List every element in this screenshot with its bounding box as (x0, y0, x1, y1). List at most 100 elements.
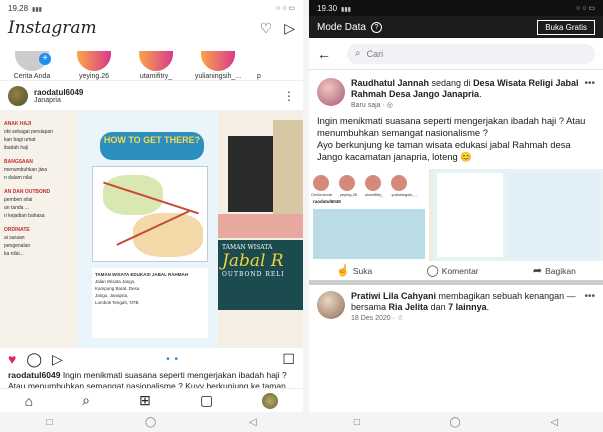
like-icon[interactable]: ♥ (8, 351, 16, 367)
signal-icon: ▮▮▮ (341, 6, 351, 13)
recent-apps-icon[interactable]: □ (46, 417, 52, 428)
system-nav: □ ◯ ◁ (0, 412, 303, 432)
brochure-panel-photo: TAMAN WISATA Jabal R OUTBOND RELI (218, 110, 303, 348)
add-story-icon[interactable]: + (39, 53, 51, 65)
tagged-user[interactable]: Ria Jelita (389, 302, 429, 312)
avatar (365, 175, 381, 191)
avatar[interactable] (317, 78, 345, 106)
brochure-line: an tanda ... (4, 205, 30, 211)
shared-screenshot: Cerita Anda yeying.26 utamifitry_ yulian… (309, 169, 429, 261)
send-icon[interactable]: ▷ (284, 20, 295, 37)
post-header: Raudhatul Jannah sedang di Desa Wisata R… (317, 78, 595, 109)
back-icon[interactable]: ◁ (249, 417, 257, 428)
banner-top-text: TAMAN WISATA (222, 244, 273, 251)
heart-icon[interactable]: ♡ (260, 20, 273, 37)
shot-story-names: Cerita Anda yeying.26 utamifitry_ yulian… (311, 192, 418, 197)
brochure-page (507, 173, 599, 257)
add-post-icon[interactable]: ⊞ (139, 392, 151, 409)
share-label: Bagikan (545, 266, 576, 276)
search-icon[interactable]: ⌕ (82, 392, 90, 409)
search-input[interactable]: ⌕ Cari (347, 43, 595, 64)
post-image[interactable]: ANAK HAJI obi sebagai persiapan kan bagi… (0, 110, 303, 348)
status-icons: ○ ○ ▭ (576, 5, 595, 12)
punctuation: . (479, 89, 482, 99)
story-name: utamifitry_ (139, 73, 173, 80)
brochure-line: kan bagi umat (4, 137, 36, 143)
avatar[interactable] (317, 291, 345, 319)
reels-icon[interactable]: ▢ (200, 392, 213, 409)
brochure-line: obi sebagai persiapan (4, 129, 53, 135)
tagged-others[interactable]: 7 lainnya (448, 302, 487, 312)
share-icon[interactable]: ▷ (52, 351, 63, 368)
profile-avatar[interactable] (262, 392, 279, 409)
brochure-line: pemberi nilai (4, 197, 33, 203)
brochure-panel-left: ANAK HAJI obi sebagai persiapan kan bagi… (0, 110, 78, 348)
post-time[interactable]: Baru saja (351, 102, 381, 109)
location-map (92, 166, 208, 262)
more-options-icon[interactable]: ••• (584, 78, 595, 109)
instagram-logo: Instagram (8, 18, 97, 38)
home-icon[interactable]: ⌂ (25, 393, 33, 409)
story-item[interactable]: utamifitry_ (128, 40, 184, 80)
author-name[interactable]: Pratiwi Lila Cahyani (351, 291, 436, 301)
post-text-line: Ingin menikmati suasana seperti mengerja… (317, 115, 586, 138)
share-button[interactable]: ➦ Bagikan (533, 264, 576, 277)
like-label: Suka (352, 266, 373, 276)
status-time: 19.30 (317, 3, 338, 13)
comment-icon: ◯ (426, 265, 439, 277)
thumbs-up-icon: ☝ (336, 265, 350, 277)
verb-text: sedang di (429, 78, 474, 88)
more-options-icon[interactable]: ••• (584, 291, 595, 322)
post-actions: ♥ ◯ ▷ • • ☐ (0, 348, 303, 370)
story-name: Cerita Anda (13, 73, 51, 80)
home-button-icon[interactable]: ◯ (145, 417, 156, 428)
author-name[interactable]: Raudhatul Jannah (351, 78, 429, 88)
post-date[interactable]: 18 Des 2020 (351, 315, 391, 322)
comment-icon[interactable]: ◯ (26, 351, 42, 368)
caption-username[interactable]: raodatul6049 (8, 370, 60, 380)
post-image[interactable]: Cerita Anda yeying.26 utamifitry_ yulian… (309, 169, 603, 261)
shot-label: Cerita Anda (311, 192, 332, 197)
avatar (139, 51, 173, 71)
bookmark-icon[interactable]: ☐ (282, 351, 295, 368)
stories-row: + Cerita Anda yeying.26 utamifitry_ yuli… (0, 40, 303, 80)
data-mode-bar: Mode Data ? Buka Gratis (309, 16, 603, 38)
open-free-button[interactable]: Buka Gratis (537, 19, 595, 35)
kaaba-model-image (228, 136, 274, 212)
comment-button[interactable]: ◯ Komentar (426, 264, 478, 277)
story-own[interactable]: + Cerita Anda (4, 40, 60, 80)
home-button-icon[interactable]: ◯ (450, 417, 461, 428)
post-header: Pratiwi Lila Cahyani membagikan sebuah k… (317, 291, 595, 322)
back-arrow-icon[interactable]: ← (317, 46, 331, 62)
brochure-line: menumbuhkan jiwa (4, 167, 48, 173)
search-icon: ⌕ (355, 48, 361, 59)
story-item[interactable]: p (252, 40, 266, 80)
post-username[interactable]: raodatul6049 (34, 88, 83, 97)
carousel-indicator: • • (166, 353, 179, 365)
signal-icon: ▮▮▮ (32, 6, 42, 13)
avatar (391, 175, 407, 191)
avatar: + (15, 51, 51, 71)
feed-post: Pratiwi Lila Cahyani membagikan sebuah k… (309, 285, 603, 328)
shot-username: raodatul6049 (313, 199, 341, 204)
avatar (77, 51, 111, 71)
post-meta: 18 Des 2020 · ☃ (351, 314, 584, 322)
post-location[interactable]: Janapria (34, 97, 83, 104)
post-title: Pratiwi Lila Cahyani membagikan sebuah k… (351, 291, 584, 313)
search-placeholder: Cari (366, 48, 384, 59)
back-icon[interactable]: ◁ (550, 417, 558, 428)
brochure-line: ri kejadian bahasa (4, 213, 45, 219)
search-bar: ← ⌕ Cari (309, 38, 603, 70)
recent-apps-icon[interactable]: □ (354, 417, 360, 428)
post-text-line: Ayo berkunjung ke taman wisata edukasi j… (317, 139, 571, 162)
more-options-icon[interactable]: ⋮ (283, 89, 295, 103)
avatar[interactable] (8, 85, 28, 106)
flowers-image (218, 214, 303, 238)
help-icon[interactable]: ? (370, 21, 382, 33)
like-button[interactable]: ☝ Suka (336, 264, 372, 277)
story-item[interactable]: yeying.26 (66, 40, 122, 80)
location-info: TAMAN WISATA EDUKASI JABAL RAHMAH Jalan … (92, 268, 208, 338)
info-title: TAMAN WISATA EDUKASI JABAL RAHMAH (95, 272, 188, 277)
privacy-icon: · ◎ (382, 102, 393, 109)
story-item[interactable]: yulianingsih_... (190, 40, 246, 80)
